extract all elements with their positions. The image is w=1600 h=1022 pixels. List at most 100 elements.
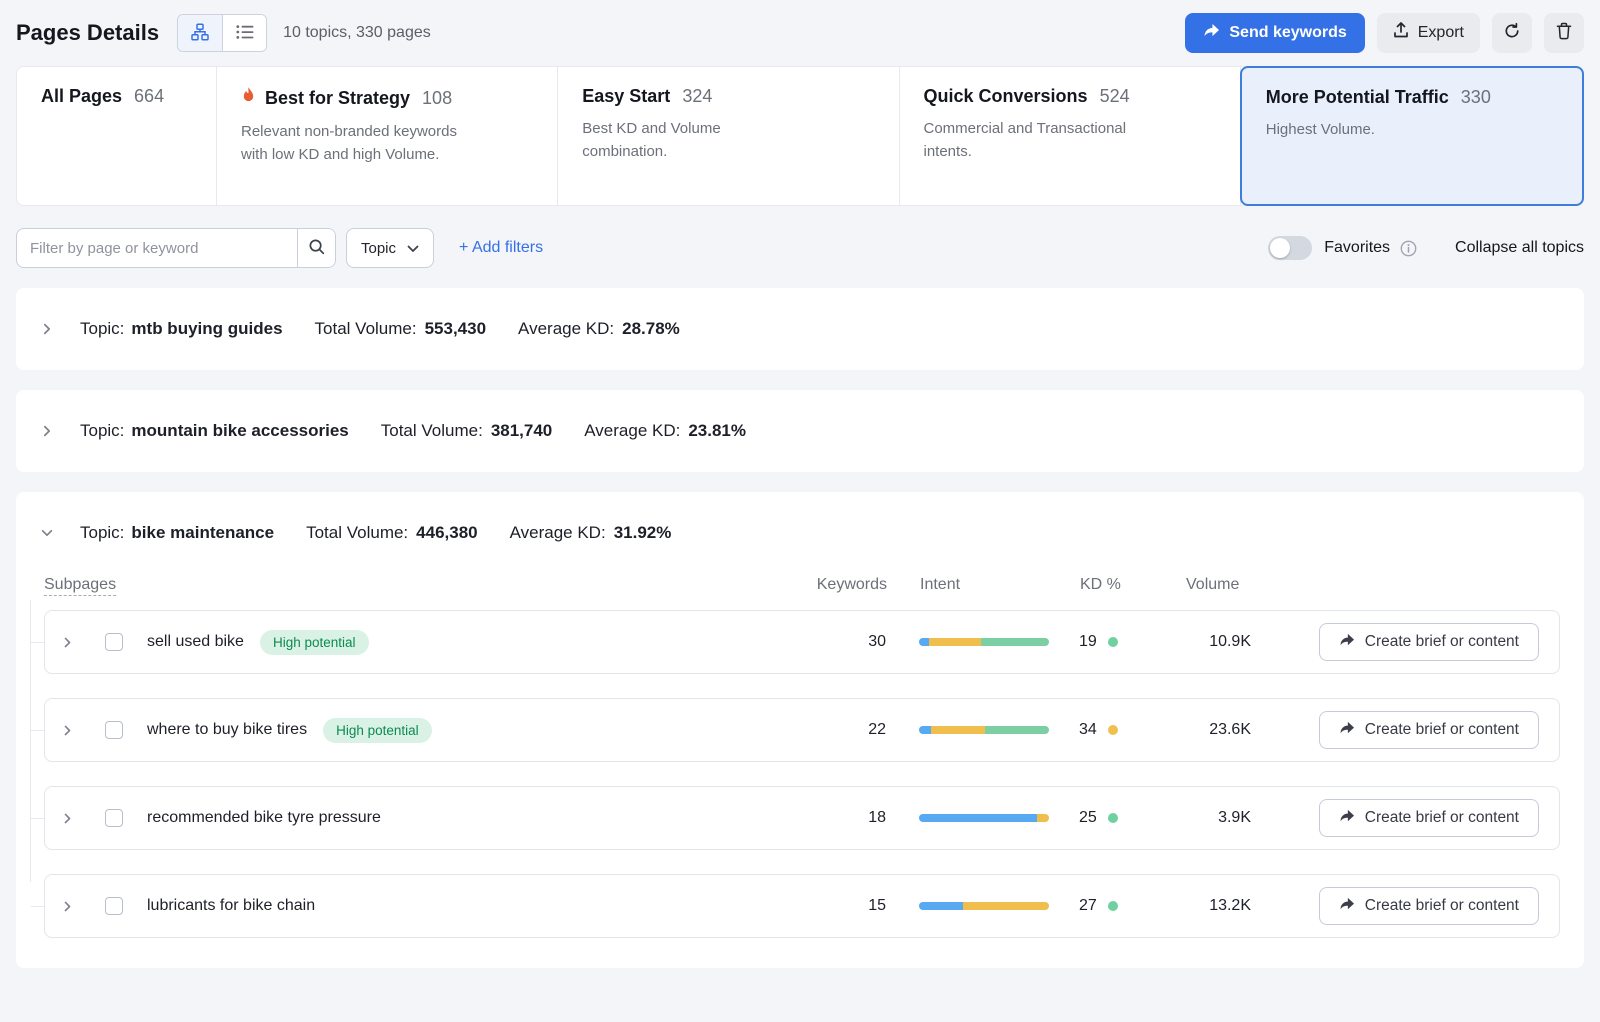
info-icon[interactable] [1400,240,1417,257]
average-kd-label: Average KD: [510,523,606,543]
tab-label: Best for Strategy [265,88,410,109]
tab-label: More Potential Traffic [1266,87,1449,108]
topic-dropdown-label: Topic [361,240,396,257]
topics-pages-summary: 10 topics, 330 pages [283,24,431,42]
topic-prefix: Topic: [80,319,124,339]
pages-details-screen: Pages Details [0,0,1600,968]
send-keywords-button[interactable]: Send keywords [1185,13,1364,53]
average-kd-label: Average KD: [518,319,614,339]
search-button[interactable] [297,229,335,267]
export-button[interactable]: Export [1377,13,1480,53]
average-kd-value: 23.81% [688,421,746,441]
tab-count: 664 [134,86,164,107]
kd-value: 27 [1079,897,1097,915]
add-filters-link[interactable]: + Add filters [459,239,543,257]
tab-count: 524 [1100,86,1130,107]
volume-value: 13.2K [1179,897,1251,915]
volume-value: 23.6K [1179,721,1251,739]
subpages-table-header: Subpages Keywords Intent KD % Volume [44,576,1560,594]
page-filter-tabs: All Pages 664 Best for Strategy 108 Rele… [16,66,1584,206]
total-volume-label: Total Volume: [381,421,483,441]
kd-value: 34 [1079,721,1097,739]
row-checkbox[interactable] [105,721,123,739]
tab-best-for-strategy[interactable]: Best for Strategy 108 Relevant non-brand… [217,67,558,205]
filter-bar: Topic + Add filters Favorites Collapse a… [16,228,1584,268]
topic-row-bike-maintenance[interactable]: Topic: bike maintenance Total Volume: 44… [16,492,1584,574]
kd-cell: 34 [1049,721,1179,739]
subpage-name: lubricants for bike chain [147,897,315,915]
forward-arrow-icon [1339,809,1355,828]
kd-dot [1108,901,1118,911]
chevron-right-icon [40,424,54,438]
average-kd-value: 28.78% [622,319,680,339]
subpage-row-lubricants-for-bike-chain: lubricants for bike chain 15 27 13.2K Cr… [44,874,1560,938]
kd-dot [1108,637,1118,647]
delete-button[interactable] [1544,13,1584,53]
column-kd: KD % [1050,576,1180,594]
tab-label: All Pages [41,86,122,107]
chevron-right-icon[interactable] [61,636,97,649]
tab-description: Highest Volume. [1266,118,1516,141]
keywords-count: 15 [796,897,886,915]
export-label: Export [1418,24,1464,42]
topic-row-mtb-buying-guides[interactable]: Topic: mtb buying guides Total Volume: 5… [16,288,1584,370]
flame-icon [241,86,256,110]
create-brief-label: Create brief or content [1365,633,1519,651]
topic-name: bike maintenance [131,523,274,543]
forward-arrow-icon [1339,721,1355,740]
list-view-button[interactable] [222,15,266,51]
row-checkbox[interactable] [105,633,123,651]
tab-all-pages[interactable]: All Pages 664 [17,67,217,205]
create-brief-label: Create brief or content [1365,897,1519,915]
kd-cell: 27 [1049,897,1179,915]
chevron-right-icon[interactable] [61,900,97,913]
average-kd-label: Average KD: [584,421,680,441]
create-brief-button[interactable]: Create brief or content [1319,887,1539,925]
search-icon [308,238,325,258]
subpage-row-sell-used-bike: sell used bike High potential 30 19 10.9… [44,610,1560,674]
refresh-icon [1503,22,1521,45]
tab-description: Relevant non-branded keywords with low K… [241,120,479,167]
filter-bar-right: Favorites Collapse all topics [1268,236,1584,260]
create-brief-label: Create brief or content [1365,721,1519,739]
view-toggle [177,14,267,52]
tab-more-potential-traffic[interactable]: More Potential Traffic 330 Highest Volum… [1240,66,1584,206]
high-potential-badge: High potential [260,630,369,655]
keywords-count: 30 [796,633,886,651]
total-volume-value: 553,430 [425,319,486,339]
total-volume-value: 381,740 [491,421,552,441]
topic-card-bike-maintenance: Topic: bike maintenance Total Volume: 44… [16,492,1584,968]
row-checkbox[interactable] [105,809,123,827]
tab-quick-conversions[interactable]: Quick Conversions 524 Commercial and Tra… [900,67,1241,205]
favorites-toggle[interactable] [1268,236,1312,260]
refresh-button[interactable] [1492,13,1532,53]
chevron-right-icon[interactable] [61,724,97,737]
tab-count: 108 [422,88,452,109]
search-input[interactable] [17,229,297,267]
chevron-right-icon[interactable] [61,812,97,825]
collapse-all-topics[interactable]: Collapse all topics [1455,239,1584,257]
intent-bar [919,902,1049,910]
topic-filter-dropdown[interactable]: Topic [346,228,434,268]
total-volume-label: Total Volume: [306,523,408,543]
kd-value: 25 [1079,809,1097,827]
row-checkbox[interactable] [105,897,123,915]
topic-prefix: Topic: [80,421,124,441]
kd-value: 19 [1079,633,1097,651]
create-brief-button[interactable]: Create brief or content [1319,799,1539,837]
forward-arrow-icon [1203,23,1220,43]
average-kd-value: 31.92% [614,523,672,543]
tree-view-button[interactable] [178,15,222,51]
tab-easy-start[interactable]: Easy Start 324 Best KD and Volume combin… [558,67,899,205]
intent-bar [919,814,1049,822]
list-view-icon [236,24,254,43]
create-brief-label: Create brief or content [1365,809,1519,827]
subpage-name: sell used bike [147,633,244,651]
send-keywords-label: Send keywords [1229,24,1346,42]
chevron-right-icon [40,322,54,336]
create-brief-button[interactable]: Create brief or content [1319,711,1539,749]
topic-row-mountain-bike-accessories[interactable]: Topic: mountain bike accessories Total V… [16,390,1584,472]
topic-name: mountain bike accessories [131,421,348,441]
create-brief-button[interactable]: Create brief or content [1319,623,1539,661]
trash-icon [1556,22,1572,45]
